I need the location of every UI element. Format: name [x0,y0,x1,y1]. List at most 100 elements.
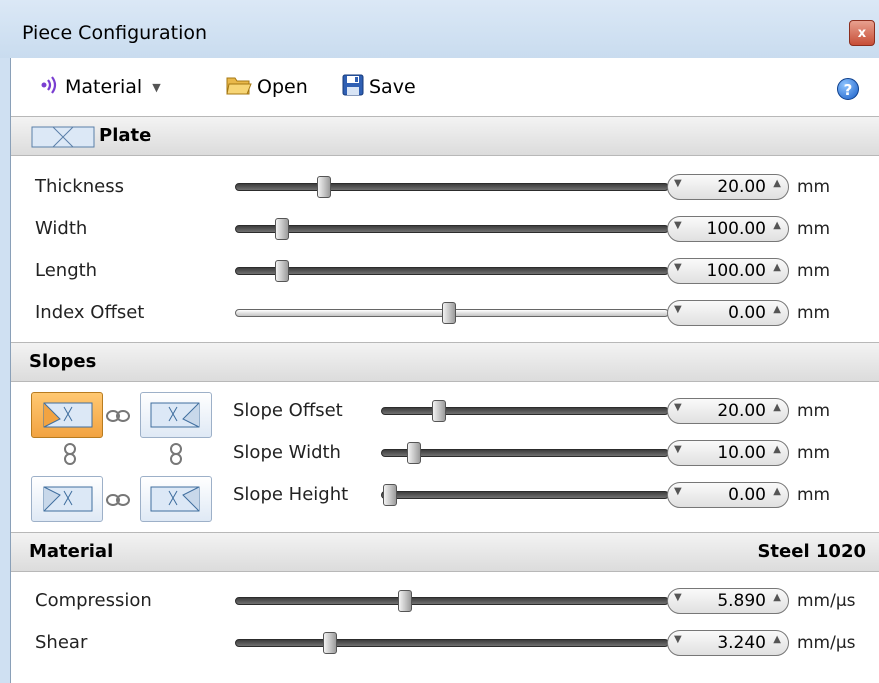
increment-icon[interactable]: ▲ [773,262,781,273]
chain-link-icon[interactable] [106,492,130,506]
slope-height-slider-thumb[interactable] [383,484,397,506]
increment-icon[interactable]: ▲ [773,402,781,413]
slope-height-slider[interactable] [381,491,669,499]
decrement-icon[interactable]: ▼ [674,178,682,189]
slope-width-slider[interactable] [381,449,669,457]
thickness-spinbox[interactable]: ▼ 20.00 ▲ [667,174,789,200]
slope-shape-bottom-left-button[interactable] [31,476,103,522]
window-title: Piece Configuration [22,22,208,44]
length-label: Length [35,260,98,281]
index-offset-value[interactable]: 0.00 [686,303,766,323]
slope-height-value[interactable]: 0.00 [686,485,766,505]
decrement-icon[interactable]: ▼ [674,262,682,273]
compression-slider-thumb[interactable] [398,590,412,612]
thickness-slider[interactable] [235,183,669,191]
slope-offset-unit: mm [797,401,831,421]
slope-shape-icon [43,486,93,512]
length-slider-thumb[interactable] [275,260,289,282]
thickness-unit: mm [797,177,831,197]
shear-unit: mm/µs [797,633,856,653]
thickness-slider-thumb[interactable] [317,176,331,198]
length-unit: mm [797,261,831,281]
index-offset-spinbox[interactable]: ▼ 0.00 ▲ [667,300,789,326]
shear-value[interactable]: 3.240 [686,633,766,653]
width-spinbox[interactable]: ▼ 100.00 ▲ [667,216,789,242]
slope-shape-bottom-right-button[interactable] [140,476,212,522]
thickness-label: Thickness [35,176,124,197]
increment-icon[interactable]: ▲ [773,444,781,455]
decrement-icon[interactable]: ▼ [674,304,682,315]
chevron-down-icon: ▼ [152,80,161,94]
slope-offset-value[interactable]: 20.00 [686,401,766,421]
material-menu-button[interactable]: Material ▼ [39,72,161,102]
chain-link-icon[interactable] [106,408,130,422]
increment-icon[interactable]: ▲ [773,634,781,645]
width-unit: mm [797,219,831,239]
slope-width-slider-thumb[interactable] [407,442,421,464]
plate-icon [31,126,95,152]
open-button[interactable]: Open [225,72,308,102]
slope-width-value[interactable]: 10.00 [686,443,766,463]
decrement-icon[interactable]: ▼ [674,444,682,455]
index-offset-slider-thumb[interactable] [442,302,456,324]
sound-wave-icon [39,74,61,101]
save-label: Save [369,76,416,98]
decrement-icon[interactable]: ▼ [674,634,682,645]
width-slider-thumb[interactable] [275,218,289,240]
slopes-section-header: Slopes [11,342,879,382]
shear-spinbox[interactable]: ▼ 3.240 ▲ [667,630,789,656]
slope-offset-slider-thumb[interactable] [432,400,446,422]
folder-open-icon [225,74,253,101]
toolbar: Material ▼ Open Save ? [11,58,879,116]
shear-label: Shear [35,632,88,653]
compression-label: Compression [35,590,152,611]
client-area: Material ▼ Open Save ? Plate Thickness ▼… [10,58,879,683]
slope-shape-icon [43,402,93,428]
material-section-header: Material Steel 1020 [11,532,879,572]
compression-slider[interactable] [235,597,669,605]
slope-width-spinbox[interactable]: ▼ 10.00 ▲ [667,440,789,466]
piece-configuration-window: Piece Configuration x Material ▼ Open Sa… [0,0,879,683]
increment-icon[interactable]: ▲ [773,486,781,497]
decrement-icon[interactable]: ▼ [674,220,682,231]
material-menu-label: Material [65,76,143,98]
plate-section-title: Plate [99,125,152,146]
thickness-value[interactable]: 20.00 [686,177,766,197]
save-disk-icon [341,73,365,102]
increment-icon[interactable]: ▲ [773,592,781,603]
slope-shape-top-left-button[interactable] [31,392,103,438]
save-button[interactable]: Save [341,72,416,102]
help-icon[interactable]: ? [837,78,859,100]
index-offset-unit: mm [797,303,831,323]
compression-spinbox[interactable]: ▼ 5.890 ▲ [667,588,789,614]
slope-width-label: Slope Width [233,442,341,463]
close-button[interactable]: x [849,20,875,46]
decrement-icon[interactable]: ▼ [674,486,682,497]
compression-unit: mm/µs [797,591,856,611]
width-value[interactable]: 100.00 [686,219,766,239]
compression-value[interactable]: 5.890 [686,591,766,611]
length-value[interactable]: 100.00 [686,261,766,281]
width-slider[interactable] [235,225,669,233]
chain-link-icon[interactable] [169,443,183,465]
increment-icon[interactable]: ▲ [773,304,781,315]
length-spinbox[interactable]: ▼ 100.00 ▲ [667,258,789,284]
decrement-icon[interactable]: ▼ [674,592,682,603]
slope-height-unit: mm [797,485,831,505]
slope-width-unit: mm [797,443,831,463]
slope-shape-top-right-button[interactable] [140,392,212,438]
slope-offset-slider[interactable] [381,407,669,415]
title-bar[interactable]: Piece Configuration x [0,0,879,58]
increment-icon[interactable]: ▲ [773,220,781,231]
slope-offset-spinbox[interactable]: ▼ 20.00 ▲ [667,398,789,424]
chain-link-icon[interactable] [63,443,77,465]
slope-shape-icon [150,486,200,512]
length-slider[interactable] [235,267,669,275]
shear-slider-thumb[interactable] [323,632,337,654]
shear-slider[interactable] [235,639,669,647]
material-name: Steel 1020 [757,541,866,562]
slope-height-spinbox[interactable]: ▼ 0.00 ▲ [667,482,789,508]
slope-shape-icon [150,402,200,428]
decrement-icon[interactable]: ▼ [674,402,682,413]
increment-icon[interactable]: ▲ [773,178,781,189]
